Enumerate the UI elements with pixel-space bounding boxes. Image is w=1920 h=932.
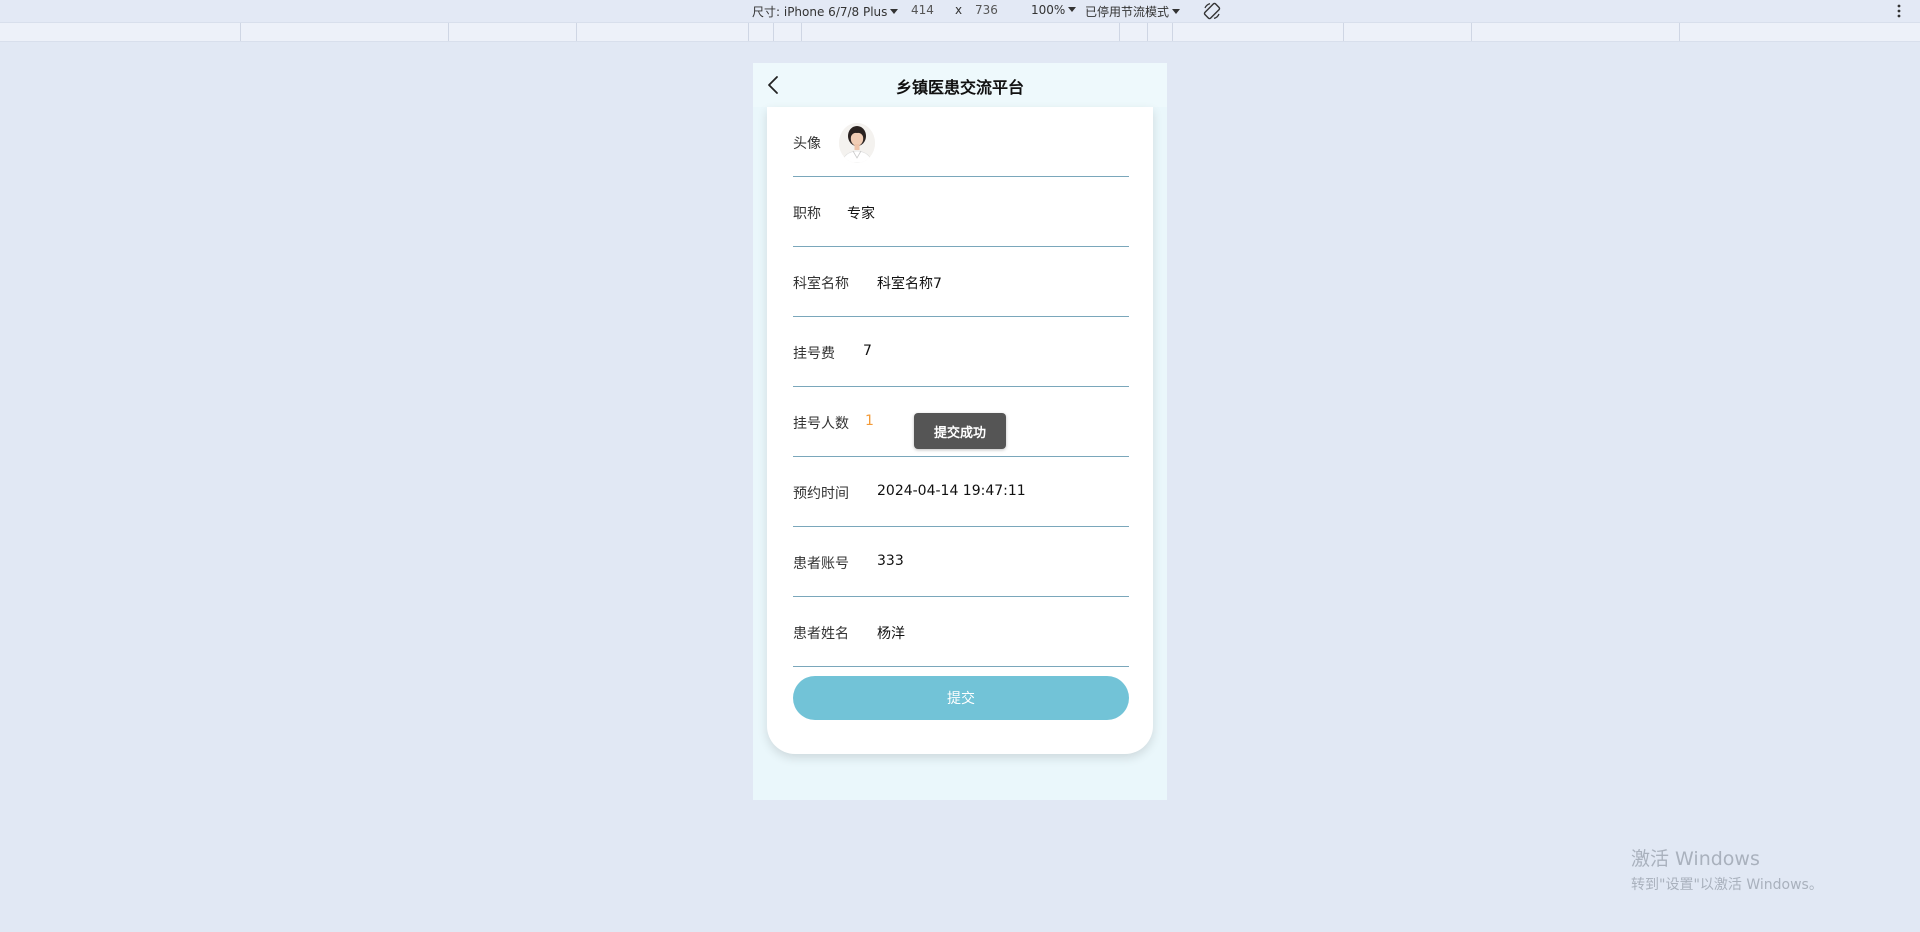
doctor-avatar-image bbox=[839, 123, 875, 163]
viewport-width-input[interactable]: 414 bbox=[911, 3, 934, 17]
avatar-label: 头像 bbox=[793, 136, 821, 152]
ruler-segment bbox=[448, 23, 449, 41]
submit-button[interactable]: 提交 bbox=[793, 676, 1129, 720]
appointment-time-label: 预约时间 bbox=[793, 486, 849, 502]
title-value: 专家 bbox=[847, 206, 875, 222]
nav-bar: 乡镇医患交流平台 bbox=[753, 63, 1167, 107]
device-select-label: 尺寸: iPhone 6/7/8 Plus bbox=[752, 5, 888, 19]
page-title: 乡镇医患交流平台 bbox=[895, 78, 1024, 97]
form-row-title: 职称 专家 bbox=[793, 177, 1129, 247]
ruler-segment bbox=[576, 23, 577, 41]
title-label: 职称 bbox=[793, 206, 821, 222]
avatar[interactable] bbox=[839, 123, 875, 163]
patient-name-value: 杨洋 bbox=[877, 626, 905, 642]
patient-name-label: 患者姓名 bbox=[793, 626, 849, 642]
count-label: 挂号人数 bbox=[793, 416, 849, 432]
caret-down-icon bbox=[890, 9, 899, 14]
ruler-segment bbox=[1172, 23, 1173, 41]
viewport-height-input[interactable]: 736 bbox=[975, 3, 998, 17]
count-value: 1 bbox=[865, 413, 874, 429]
watermark-subtitle: 转到"设置"以激活 Windows。 bbox=[1631, 877, 1823, 893]
form-row-appointment-time: 预约时间 2024-04-14 19:47:11 bbox=[793, 457, 1129, 527]
ruler-segment bbox=[1147, 23, 1148, 41]
ruler-segment bbox=[748, 23, 749, 41]
department-label: 科室名称 bbox=[793, 276, 849, 292]
ruler-segment bbox=[240, 23, 241, 41]
success-toast: 提交成功 bbox=[914, 413, 1006, 449]
throttle-select-label: 已停用节流模式 bbox=[1085, 5, 1170, 19]
watermark-title: 激活 Windows bbox=[1631, 848, 1760, 870]
rotate-icon[interactable] bbox=[1202, 1, 1222, 21]
caret-down-icon bbox=[1068, 7, 1077, 12]
patient-account-value: 333 bbox=[877, 553, 904, 569]
windows-activation-watermark: 激活 Windows 转到"设置"以激活 Windows。 bbox=[1631, 844, 1823, 894]
caret-down-icon bbox=[1172, 9, 1181, 14]
fee-value: 7 bbox=[863, 343, 872, 359]
ruler-segment bbox=[1119, 23, 1120, 41]
zoom-select-label: 100% bbox=[1031, 3, 1066, 17]
ruler-segment bbox=[1471, 23, 1472, 41]
dimension-separator: x bbox=[955, 3, 963, 17]
more-vertical-icon[interactable] bbox=[1892, 1, 1906, 21]
form-row-patient-name: 患者姓名 杨洋 bbox=[793, 597, 1129, 667]
form-row-department: 科室名称 科室名称7 bbox=[793, 247, 1129, 317]
throttle-select[interactable]: 已停用节流模式 bbox=[1085, 3, 1181, 20]
patient-account-label: 患者账号 bbox=[793, 556, 849, 572]
form-row-avatar: 头像 bbox=[793, 107, 1129, 177]
ruler-segment bbox=[801, 23, 802, 41]
devtools-device-toolbar: 尺寸: iPhone 6/7/8 Plus 414 x 736 100% 已停用… bbox=[0, 0, 1920, 22]
ruler-segment bbox=[773, 23, 774, 41]
zoom-select[interactable]: 100% bbox=[1031, 3, 1077, 17]
form-row-patient-account: 患者账号 333 bbox=[793, 527, 1129, 597]
device-select[interactable]: 尺寸: iPhone 6/7/8 Plus bbox=[752, 3, 899, 20]
appointment-time-value: 2024-04-14 19:47:11 bbox=[877, 483, 1026, 499]
ruler-segment bbox=[1343, 23, 1344, 41]
department-value: 科室名称7 bbox=[877, 276, 942, 292]
ruler-segment bbox=[1679, 23, 1680, 41]
fee-label: 挂号费 bbox=[793, 346, 835, 362]
media-query-ruler[interactable] bbox=[0, 22, 1920, 42]
form-row-fee: 挂号费 7 bbox=[793, 317, 1129, 387]
